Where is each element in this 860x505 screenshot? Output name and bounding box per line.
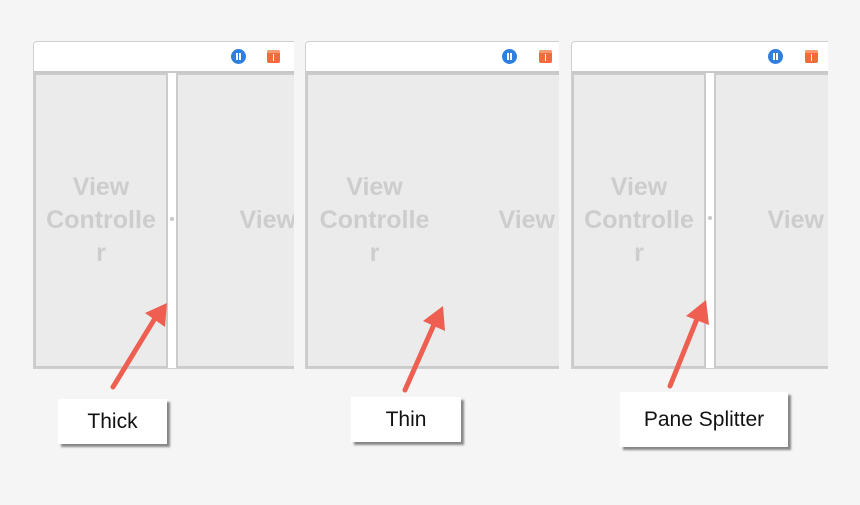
callout-pane-splitter: Pane Splitter — [620, 392, 788, 447]
callout-thick-label: Thick — [87, 409, 138, 433]
arrow-pane-splitter — [667, 300, 709, 389]
arrow-thick — [110, 303, 167, 390]
callout-thin-label: Thin — [385, 407, 427, 431]
callout-thick: Thick — [58, 399, 167, 444]
callout-pane-splitter-label: Pane Splitter — [643, 407, 765, 431]
arrow-thin — [402, 306, 445, 393]
callout-thin: Thin — [351, 397, 461, 442]
